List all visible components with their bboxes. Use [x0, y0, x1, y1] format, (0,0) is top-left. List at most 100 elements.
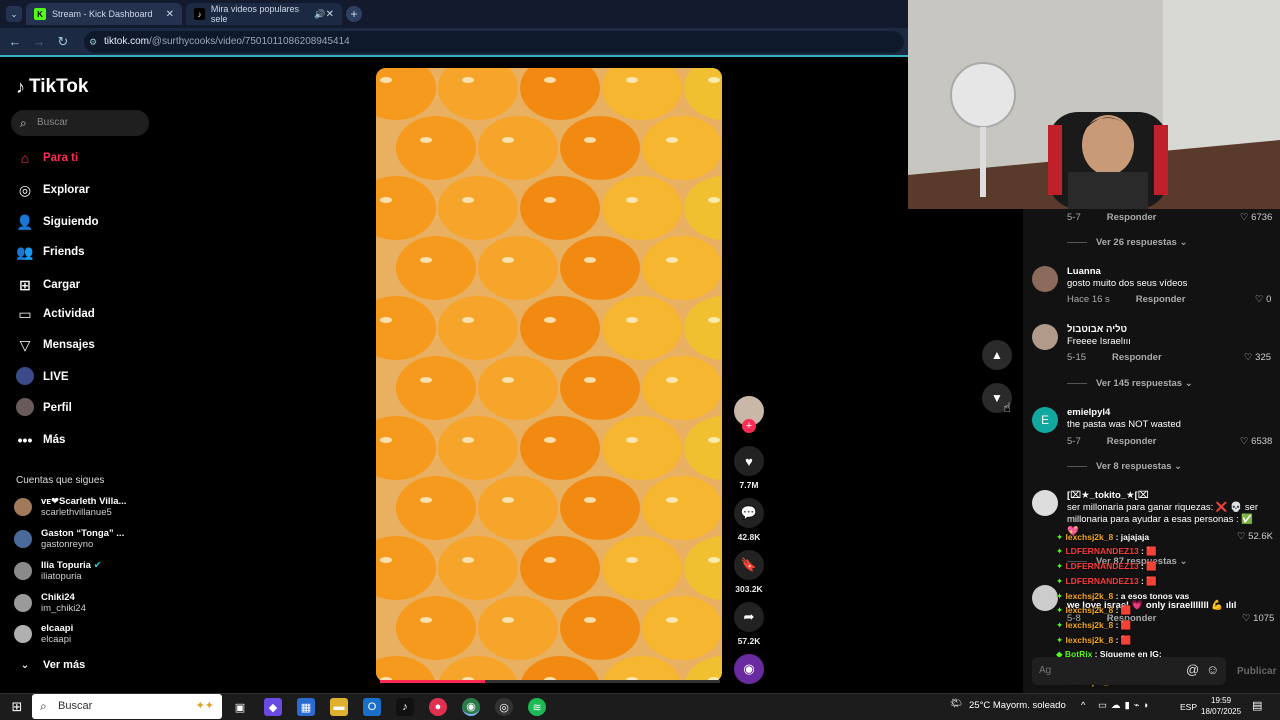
language-indicator[interactable]: ESP: [1180, 702, 1197, 712]
avatar[interactable]: [1032, 490, 1058, 516]
reply-button[interactable]: Responder: [1107, 436, 1157, 447]
avatar[interactable]: [1032, 266, 1058, 292]
speaker-icon[interactable]: 🔊: [314, 9, 325, 20]
comment-like-button[interactable]: ♡ 325: [1244, 352, 1271, 363]
taskbar-search[interactable]: ⌕ Buscar ✦✦: [32, 694, 222, 719]
nav-para-ti[interactable]: ⌂ Para ti: [16, 147, 78, 169]
clock-date[interactable]: 18/07/2025: [1201, 707, 1241, 716]
comment-button[interactable]: 💬 42.8K: [734, 498, 764, 542]
chat-message: ✦ lexchsj2k_8 : jajajaja: [1056, 532, 1149, 543]
site-settings-icon[interactable]: ⚙: [89, 31, 97, 53]
weather-icon[interactable]: 🌤: [950, 698, 962, 709]
tiktok-app-icon[interactable]: ♪: [396, 698, 414, 716]
kick-icon: K: [34, 8, 46, 20]
nav-explorar[interactable]: ◎ Explorar: [16, 179, 90, 201]
comment-like-button[interactable]: ♡ 6538: [1240, 436, 1272, 447]
windows-start-icon[interactable]: ⊞: [8, 698, 26, 716]
yolk-highlight: [666, 497, 678, 503]
mention-icon[interactable]: @: [1186, 662, 1199, 677]
copilot-icon[interactable]: ◆: [264, 698, 282, 716]
clock-time[interactable]: 19:59: [1211, 696, 1231, 705]
yolk-highlight: [666, 257, 678, 263]
followed-account[interactable]: Gaston “Tonga” ... gastonreyno: [14, 525, 124, 553]
close-icon[interactable]: ✕: [166, 9, 174, 20]
weather-text[interactable]: 25°C Mayorm. soleado: [969, 700, 1066, 711]
bookmark-icon: 🔖: [734, 550, 764, 580]
yolk-highlight: [502, 617, 514, 623]
activity-icon: ▭: [18, 305, 32, 322]
notification-icon[interactable]: ▤: [1252, 699, 1262, 712]
comment-like-button[interactable]: ♡ 0: [1255, 294, 1271, 305]
nav-siguiendo[interactable]: 👤 Siguiendo: [16, 211, 98, 233]
previous-video-button[interactable]: ▲: [982, 340, 1012, 370]
yolk-highlight: [502, 377, 514, 383]
followed-account[interactable]: elcaapi elcaapi: [14, 620, 73, 648]
tab-list-button[interactable]: ⌄: [6, 6, 22, 22]
chevron-up-icon: ▲: [991, 348, 1003, 362]
folder-icon[interactable]: ▬: [330, 698, 348, 716]
view-replies-button[interactable]: Ver 26 respuestas ⌄: [1067, 237, 1187, 248]
tray-chevron-icon[interactable]: ^: [1081, 700, 1085, 711]
followed-account[interactable]: Ilia Topuria ✔ iliatopuria: [14, 557, 102, 585]
tab-kick-dashboard[interactable]: K Stream - Kick Dashboard ✕: [26, 3, 182, 25]
yolk-highlight: [462, 77, 474, 83]
comment-meta: Hace 16 s Responder: [1067, 294, 1186, 305]
reply-button[interactable]: Responder: [1112, 352, 1162, 363]
comment-like-button[interactable]: ♡ 52.6K: [1237, 531, 1273, 542]
comment-like-button[interactable]: ♡ 6736: [1240, 212, 1272, 223]
avatar[interactable]: [1032, 585, 1058, 611]
reply-button[interactable]: Responder: [1136, 294, 1186, 305]
spotify-icon[interactable]: ≋: [528, 698, 546, 716]
nav-live[interactable]: LIVE: [16, 366, 69, 388]
chevron-down-icon: ⌄: [20, 659, 30, 671]
save-button[interactable]: 🔖 303.2K: [734, 550, 764, 594]
store-icon[interactable]: ▦: [297, 698, 315, 716]
publish-button[interactable]: Publicar: [1237, 666, 1276, 677]
yolk-highlight: [584, 137, 596, 143]
follow-plus-icon[interactable]: +: [742, 419, 756, 433]
see-more-button[interactable]: ⌄ Ver más: [16, 654, 85, 676]
nav-friends[interactable]: 👥 Friends: [16, 241, 84, 263]
avatar[interactable]: [1032, 324, 1058, 350]
emoji-icon[interactable]: ☺: [1206, 662, 1219, 677]
followed-account[interactable]: Chiki24 im_chiki24: [14, 589, 86, 617]
avatar[interactable]: E: [1032, 407, 1058, 433]
chrome-icon[interactable]: ◉: [462, 698, 480, 716]
chat-message: ✦ lexchsj2k_8 : a esos tonos vas: [1056, 591, 1189, 602]
tray-icons[interactable]: ▭☁▮⌁◗: [1098, 700, 1153, 711]
obs-icon[interactable]: ◎: [495, 698, 513, 716]
close-icon[interactable]: ✕: [326, 9, 334, 20]
view-replies-button[interactable]: Ver 8 respuestas ⌄: [1067, 461, 1182, 472]
following-title: Cuentas que sigues: [16, 475, 105, 486]
nav-cargar[interactable]: ⊞ Cargar: [16, 274, 80, 296]
back-icon[interactable]: ←: [7, 34, 23, 50]
yolk-highlight: [584, 617, 596, 623]
nav-perfil[interactable]: Perfil: [16, 397, 72, 419]
comment-like-button[interactable]: ♡ 1075: [1242, 613, 1274, 624]
video-player[interactable]: [376, 68, 722, 682]
nav-mensajes[interactable]: ▽ Mensajes: [16, 334, 95, 356]
followed-account[interactable]: ᴠᴇ❤Scarleth Villa... scarlethvillanue5: [14, 493, 126, 521]
comment-meta: 5-7 Responder: [1067, 212, 1157, 223]
music-disc[interactable]: ◉: [734, 654, 764, 684]
url-input[interactable]: ⚙ tiktok.com/@surthycooks/video/75010110…: [84, 31, 904, 53]
like-button[interactable]: ♥ 7.7M: [734, 446, 764, 490]
new-tab-button[interactable]: +: [346, 6, 362, 22]
app-icon[interactable]: ●: [429, 698, 447, 716]
nav-actividad[interactable]: ▭ Actividad: [16, 303, 94, 325]
tiktok-logo[interactable]: ♪ TikTok: [16, 76, 88, 98]
creator-avatar[interactable]: +: [734, 396, 764, 433]
yolk-highlight: [626, 197, 638, 203]
nav-mas[interactable]: ••• Más: [16, 429, 66, 451]
chat-text: : 🟥: [1138, 576, 1157, 586]
tab-tiktok[interactable]: ♪ Mira videos populares sele 🔊 ✕: [186, 3, 342, 25]
reload-icon[interactable]: ↻: [55, 34, 71, 50]
task-view-icon[interactable]: ▣: [231, 698, 249, 716]
search-input[interactable]: ⌕ Buscar: [11, 110, 149, 136]
view-replies-button[interactable]: Ver 145 respuestas ⌄: [1067, 378, 1193, 389]
outlook-icon[interactable]: O: [363, 698, 381, 716]
reply-button[interactable]: Responder: [1107, 212, 1157, 223]
share-button[interactable]: ➦ 57.2K: [734, 602, 764, 646]
forward-icon[interactable]: →: [31, 34, 47, 50]
tiktok-logo-icon: ♪: [16, 76, 25, 97]
